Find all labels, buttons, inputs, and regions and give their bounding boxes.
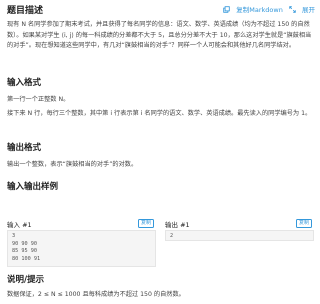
input-format-heading: 输入格式 [7,78,42,88]
copy-markdown-label: 复制Markdown [236,6,283,14]
samples-heading: 输入输出样例 [7,182,59,192]
expand-icon [289,6,296,13]
code-line: 90 90 90 [12,240,37,247]
problem-statement: 题目描述 复制Markdown 展开 现有 N 名同学参加了期末考试，并且获得了… [7,0,315,298]
sample-input-code[interactable]: 3 90 90 90 85 95 90 80 100 91 [7,230,156,267]
copy-markdown-button[interactable]: 复制Markdown [223,6,285,14]
copy-input-button[interactable]: 复制 [137,219,154,228]
sample-output-header: 输出 #1 复制 [165,219,314,229]
sample-output-code[interactable]: 2 [165,230,314,241]
description-title: 题目描述 [7,6,44,16]
description-text: 现有 N 名同学参加了期末考试，并且获得了每名同学的信息：语文、数学、英语成绩（… [7,21,312,49]
output-format-section: 输出格式 输出一个整数，表示“旗鼓相当的对手”的对数。 [7,141,137,171]
expand-label: 展开 [302,6,315,14]
samples-row: 输入 #1 复制 3 90 90 90 85 95 90 80 100 91 输… [7,219,315,267]
copy-output-button[interactable]: 复制 [295,219,312,228]
sample-output-label: 输出 #1 [165,221,190,229]
output-format-heading: 输出格式 [7,143,42,153]
input-format-line1: 第一行一个正整数 N。 [7,96,70,103]
copy-icon [223,6,230,13]
sample-output: 输出 #1 复制 2 [165,219,314,241]
notes-heading: 说明/提示 [7,275,45,285]
sample-input: 输入 #1 复制 3 90 90 90 85 95 90 80 100 91 [7,219,156,267]
code-line: 80 100 91 [12,255,41,262]
output-format-line1: 输出一个整数，表示“旗鼓相当的对手”的对数。 [7,161,138,168]
code-line: 3 [12,233,16,239]
samples-section: 输入输出样例 [7,180,58,192]
header-actions: 复制Markdown 展开 [219,4,315,14]
notes-section: 说明/提示 数据保证，2 ≤ N ≤ 1000 且每科成绩为不超过 150 的自… [7,273,185,301]
description-header: 题目描述 复制Markdown 展开 [7,0,315,18]
input-format-line2: 接下来 N 行，每行三个整数，其中第 i 行表示第 i 名同学的语文、数学、英语… [7,109,312,117]
input-format-section: 输入格式 第一行一个正整数 N。 接下来 N 行，每行三个整数，其中第 i 行表… [7,76,311,119]
sample-input-header: 输入 #1 复制 [7,219,156,229]
notes-line1: 数据保证，2 ≤ N ≤ 1000 且每科成绩为不超过 150 的自然数。 [7,291,185,298]
code-line: 85 95 90 [12,248,37,254]
code-line: 2 [170,233,174,239]
expand-button[interactable]: 展开 [289,6,315,14]
sample-input-label: 输入 #1 [7,221,32,229]
